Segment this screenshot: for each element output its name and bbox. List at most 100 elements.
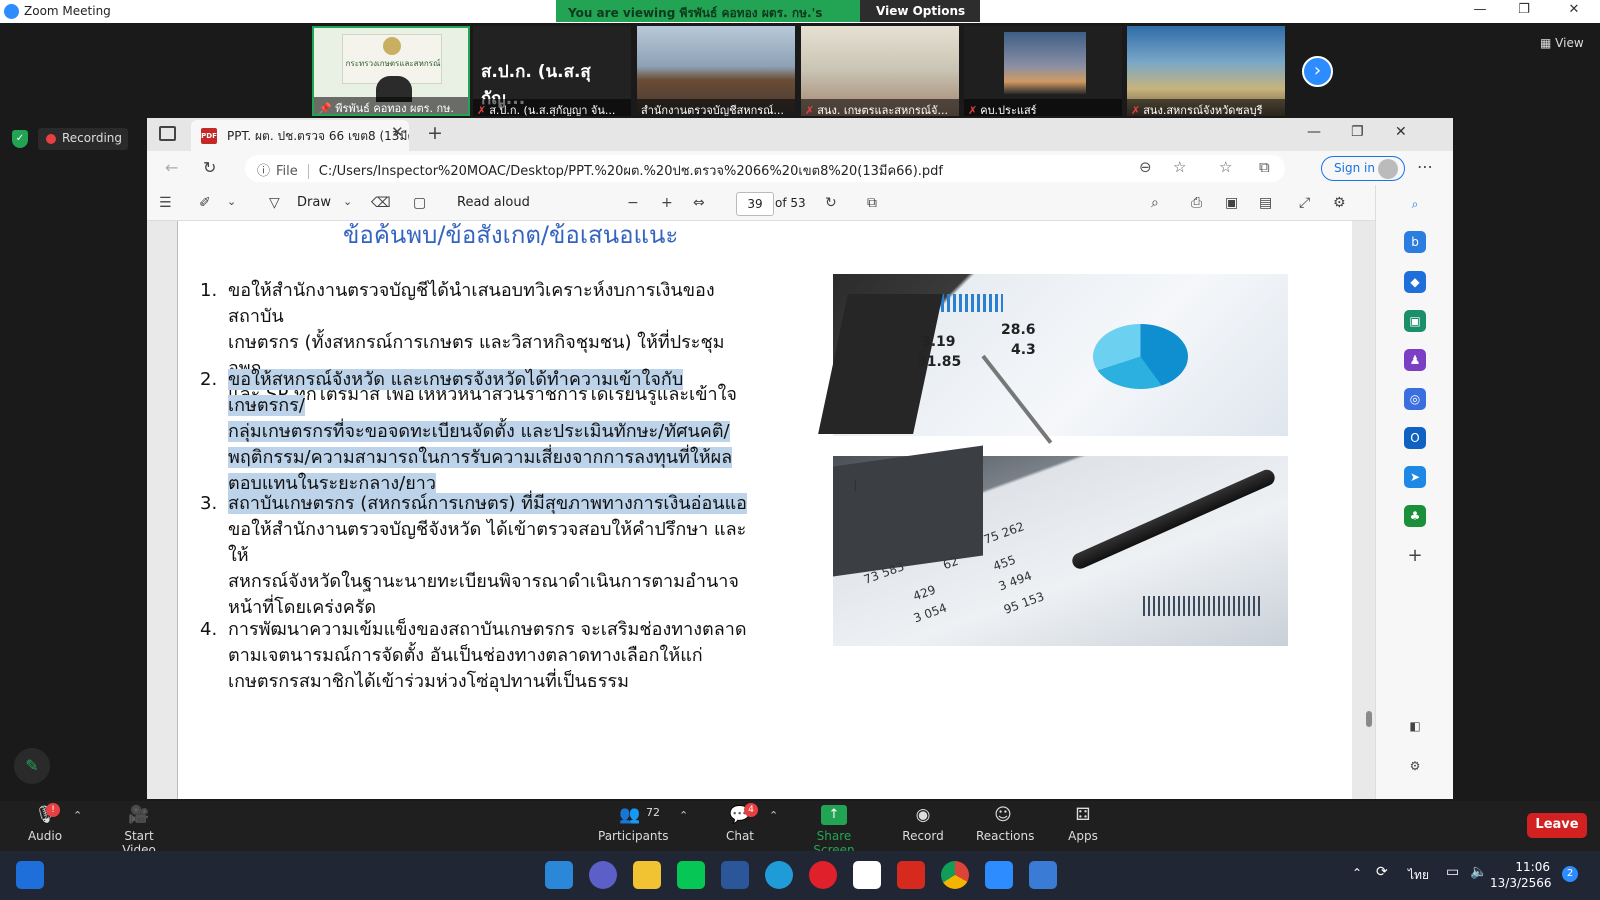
participants-chevron-icon[interactable]: ⌃ xyxy=(679,809,688,822)
tab-close-icon[interactable]: ✕ xyxy=(391,123,404,141)
tab-pdf[interactable]: PDF PPT. ผต. ปช.ตรวจ 66 เขต8 (13มีค66 xyxy=(191,120,409,151)
minimize-icon[interactable]: — xyxy=(1458,2,1502,22)
outlook-icon[interactable]: O xyxy=(1404,427,1426,449)
zoom-plus-icon[interactable]: + xyxy=(661,195,673,211)
more-options-icon[interactable]: ⋯ xyxy=(1417,157,1433,176)
mic-muted-icon: ✗ xyxy=(968,104,978,116)
highlight-dropdown-icon[interactable]: ⌄ xyxy=(227,195,236,208)
office-icon[interactable]: ◎ xyxy=(1404,388,1426,410)
word-icon[interactable] xyxy=(721,861,749,889)
shield-icon[interactable]: ✓ xyxy=(12,130,28,148)
sidebar-settings-icon[interactable]: ⚙ xyxy=(1404,755,1426,777)
file-explorer-icon[interactable] xyxy=(633,861,661,889)
chat-chevron-icon[interactable]: ⌃ xyxy=(769,809,778,822)
view-options-button[interactable]: View Options ⌄ xyxy=(860,0,980,32)
sign-in-button[interactable]: Sign in xyxy=(1321,156,1405,181)
new-tab-icon[interactable]: + xyxy=(427,122,443,144)
participant-thumbnail[interactable]: ✗ คบ.ประแสร์ xyxy=(964,26,1122,116)
print-icon[interactable]: ⎙ xyxy=(1191,195,1202,211)
chrome-icon[interactable] xyxy=(941,861,969,889)
hide-sidebar-icon[interactable]: ◧ xyxy=(1404,715,1426,737)
pdf-viewport[interactable]: ข้อค้นพบ/ข้อสังเกต/ข้อเสนอแนะ 1. ขอให้สำ… xyxy=(147,221,1375,799)
scrollbar-thumb[interactable] xyxy=(1366,711,1372,727)
save-icon[interactable]: ▣ xyxy=(1225,195,1238,211)
save-as-icon[interactable]: ▤ xyxy=(1259,195,1272,211)
page-number-input[interactable]: 39 xyxy=(736,192,774,216)
eraser-icon[interactable]: ⌫ xyxy=(371,195,391,211)
participant-thumbnail[interactable]: สำนักงานตรวจบัญชีสหกรณ์... xyxy=(637,26,795,116)
volume-icon[interactable]: 🔈 xyxy=(1470,864,1487,880)
notification-badge[interactable]: 2 xyxy=(1562,866,1578,882)
thumbnails-next-button[interactable]: › xyxy=(1302,56,1333,87)
page-view-icon[interactable]: ⧉ xyxy=(867,195,877,211)
network-icon[interactable]: ▭ xyxy=(1446,864,1459,880)
chevron-right-icon: › xyxy=(1313,60,1322,81)
participant-thumbnail[interactable]: ✗ สนง. เกษตรและสหกรณ์จั... xyxy=(801,26,959,116)
restore-icon[interactable]: ❐ xyxy=(1502,2,1546,22)
tray-chevron-icon[interactable]: ⌃ xyxy=(1352,866,1362,880)
line-app-icon[interactable] xyxy=(677,861,705,889)
games-icon[interactable]: ♟ xyxy=(1404,349,1426,371)
tools-icon[interactable]: ▣ xyxy=(1404,310,1426,332)
audio-options-chevron-icon[interactable]: ⌃ xyxy=(73,809,82,822)
text-box-icon[interactable]: ▢ xyxy=(413,195,426,211)
participant-thumbnail[interactable]: กระทรวงเกษตรและสหกรณ์ 📌 พีรพันธ์ คอทอง ผ… xyxy=(312,26,470,116)
close-icon[interactable]: ✕ xyxy=(1552,2,1596,22)
tab-actions-icon[interactable] xyxy=(159,126,176,141)
zoom-minus-icon[interactable]: − xyxy=(627,195,639,211)
participant-thumbnail[interactable]: ส.ป.ก. (น.ส.สุกัญ... ✗ส.ป.ก. (น.ส.สุกัญญ… xyxy=(473,26,631,116)
share-screen-button[interactable]: ↑ Share Screen xyxy=(797,805,871,857)
document-icon[interactable] xyxy=(853,861,881,889)
draw-button[interactable]: Draw xyxy=(297,195,331,210)
back-icon[interactable]: ← xyxy=(165,158,178,177)
address-input[interactable]: ⓘ File C:/Users/Inspector%20MOAC/Desktop/P… xyxy=(245,155,1285,182)
edge-icon[interactable] xyxy=(765,861,793,889)
view-button[interactable]: ▦ View xyxy=(1540,36,1584,50)
fit-width-icon[interactable]: ⇔ xyxy=(693,195,705,211)
browser-restore-icon[interactable]: ❐ xyxy=(1351,124,1364,140)
bing-icon[interactable]: b xyxy=(1404,231,1426,253)
rotate-icon[interactable]: ↻ xyxy=(825,195,837,211)
read-aloud-button[interactable]: Read aloud xyxy=(457,195,530,210)
start-icon[interactable] xyxy=(545,861,573,889)
recording-indicator[interactable]: Recording xyxy=(38,128,128,150)
zoom-out-icon[interactable]: ⊖ xyxy=(1139,158,1152,176)
drop-icon[interactable]: ➤ xyxy=(1404,466,1426,488)
refresh-icon[interactable]: ↻ xyxy=(203,158,216,177)
fullscreen-icon[interactable]: ⤢ xyxy=(1299,195,1310,211)
acrobat-icon[interactable] xyxy=(897,861,925,889)
participants-count: 72 xyxy=(646,806,660,819)
browser-minimize-icon[interactable]: — xyxy=(1307,124,1321,140)
draw-icon[interactable]: ▽ xyxy=(269,195,280,211)
reactions-button[interactable]: ☺ Reactions xyxy=(976,805,1034,843)
tree-icon[interactable]: ♣ xyxy=(1404,505,1426,527)
record-button[interactable]: ◉ Record xyxy=(902,805,944,843)
highlight-icon[interactable]: ✐ xyxy=(199,195,211,211)
draw-dropdown-icon[interactable]: ⌄ xyxy=(343,195,352,208)
sync-icon[interactable]: ⟳ xyxy=(1376,864,1388,880)
leave-button[interactable]: Leave xyxy=(1527,813,1587,838)
collections-icon[interactable]: ⧉ xyxy=(1259,158,1270,176)
participant-video xyxy=(1004,32,1086,94)
pdf-settings-icon[interactable]: ⚙ xyxy=(1333,195,1346,211)
sidebar-search-icon[interactable]: ⌕ xyxy=(1404,193,1426,215)
contents-icon[interactable]: ☰ xyxy=(159,195,172,211)
opera-icon[interactable] xyxy=(809,861,837,889)
favorites-icon[interactable]: ☆ xyxy=(1219,158,1232,176)
apps-button[interactable]: ⚃ Apps xyxy=(1066,805,1100,843)
pdf-search-icon[interactable]: ⌕ xyxy=(1151,195,1159,211)
annotate-pencil-icon[interactable]: ✎ xyxy=(14,748,50,784)
task-view-icon[interactable] xyxy=(16,861,44,889)
language-indicator[interactable]: ไทย xyxy=(1408,866,1429,885)
teams-icon[interactable] xyxy=(589,861,617,889)
browser-close-icon[interactable]: ✕ xyxy=(1395,124,1407,140)
info-icon[interactable]: ⓘ xyxy=(257,164,270,179)
photos-icon[interactable] xyxy=(1029,861,1057,889)
shopping-icon[interactable]: ◆ xyxy=(1404,271,1426,293)
participant-thumbnail[interactable]: ✗ สนง.สหกรณ์จังหวัดชลบุรี xyxy=(1127,26,1285,116)
add-sidebar-icon[interactable]: + xyxy=(1404,545,1426,567)
favorite-add-icon[interactable]: ☆ xyxy=(1173,158,1186,176)
zoom-taskbar-icon[interactable] xyxy=(985,861,1013,889)
start-video-button[interactable]: 🎥 Start Video xyxy=(106,805,172,857)
clock[interactable]: 11:06 13/3/2566 xyxy=(1490,859,1552,891)
